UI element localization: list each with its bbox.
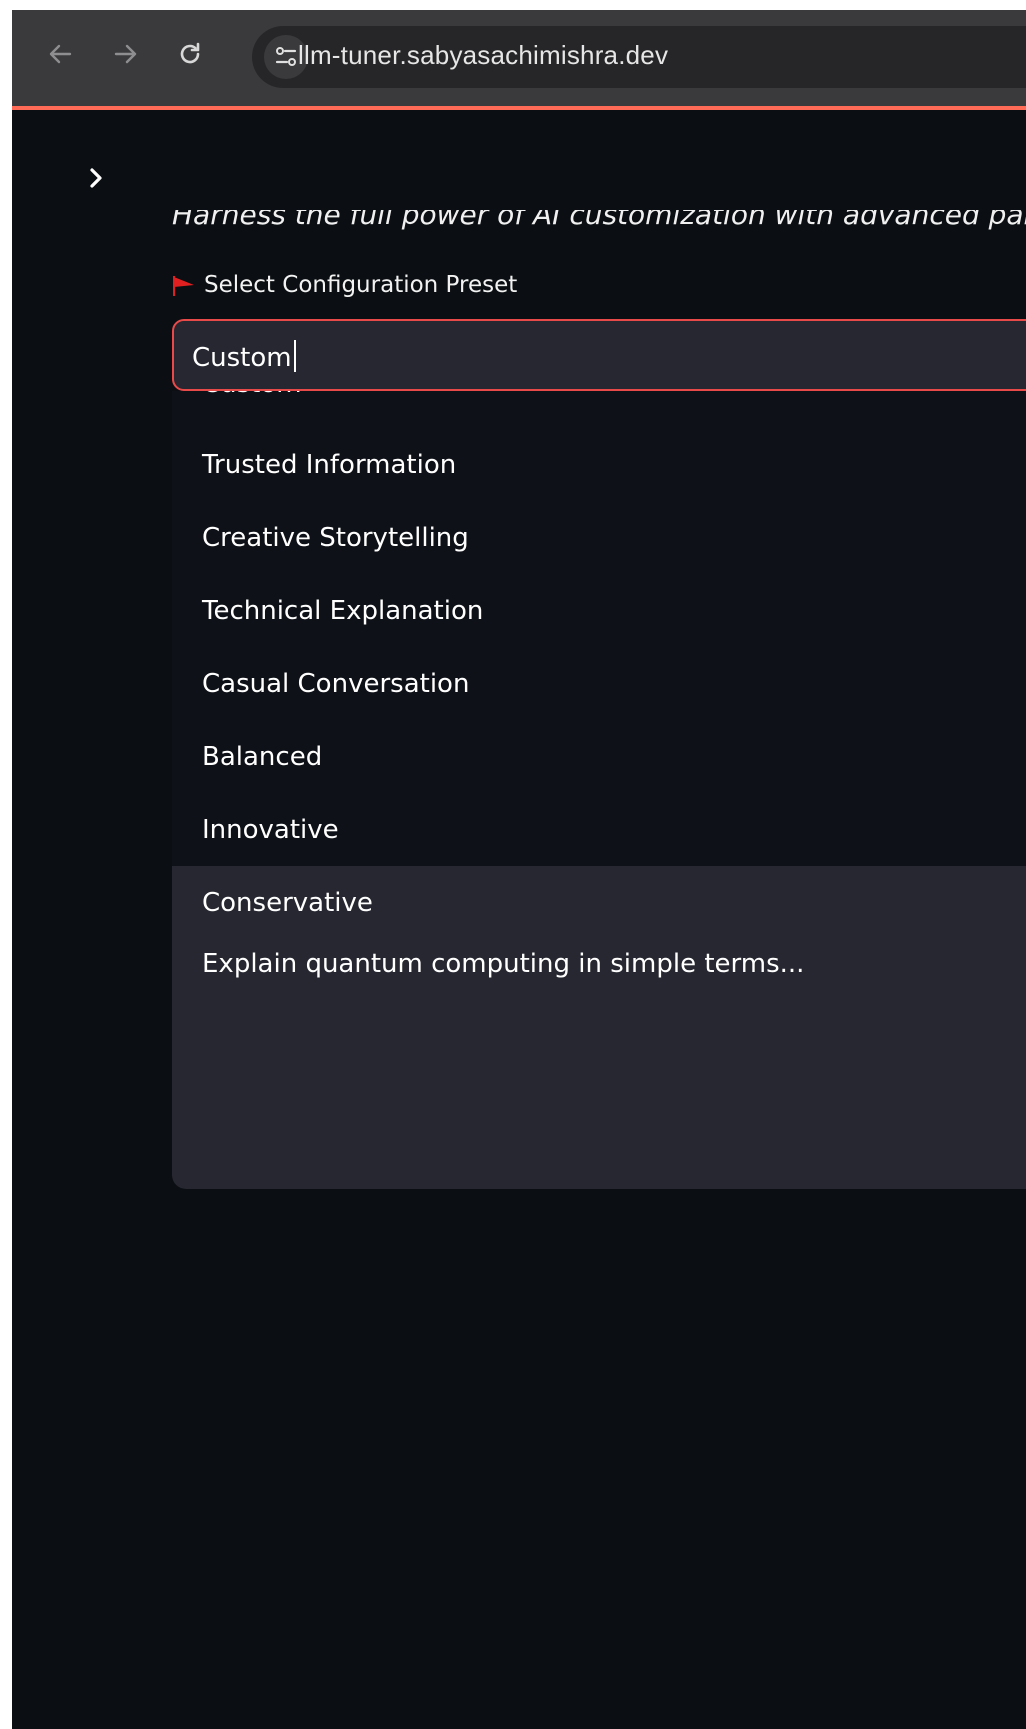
preset-select-input[interactable]: Custom — [172, 319, 1026, 391]
prompt-textarea[interactable]: Explain quantum computing in simple term… — [172, 939, 1026, 1189]
forward-button[interactable] — [104, 32, 148, 76]
dropdown-option-technical-explanation[interactable]: Technical Explanation — [172, 574, 1026, 647]
dropdown-option-casual-conversation[interactable]: Casual Conversation — [172, 647, 1026, 720]
dropdown-option-conservative[interactable]: Conservative — [172, 866, 1026, 939]
forward-arrow-icon — [114, 44, 137, 64]
dropdown-option-label: Creative Storytelling — [202, 523, 469, 553]
chevron-right-icon — [90, 168, 102, 188]
reload-icon — [180, 42, 200, 64]
preset-label-text: Select Configuration Preset — [204, 272, 518, 298]
sidebar-toggle-button[interactable] — [78, 160, 114, 196]
dropdown-option-trusted-information[interactable]: Trusted Information — [172, 428, 1026, 501]
page-load-accent-line — [12, 106, 1026, 110]
preset-dropdown: Custom Trusted Information Creative Stor… — [172, 391, 1026, 939]
preset-select-value: Custom — [192, 343, 292, 373]
dropdown-option-label: Custom — [202, 391, 302, 399]
dropdown-option-balanced[interactable]: Balanced — [172, 720, 1026, 793]
flag-icon — [173, 276, 194, 296]
site-settings-icon — [275, 47, 297, 66]
dropdown-option-label: Casual Conversation — [202, 669, 470, 699]
dropdown-option-label: Trusted Information — [202, 450, 457, 480]
url-text[interactable]: llm-tuner.sabyasachimishra.dev — [298, 40, 668, 71]
back-button[interactable] — [38, 32, 82, 76]
prompt-text: Explain quantum computing in simple term… — [202, 949, 805, 979]
dropdown-option-label: Technical Explanation — [202, 596, 484, 626]
dropdown-option-label: Balanced — [202, 742, 323, 772]
text-caret — [293, 340, 296, 372]
dropdown-option-label: Conservative — [202, 888, 373, 918]
reload-button[interactable] — [168, 32, 212, 76]
back-arrow-icon — [49, 44, 72, 64]
browser-toolbar: llm-tuner.sabyasachimishra.dev — [12, 10, 1026, 106]
dropdown-option-innovative[interactable]: Innovative — [172, 793, 1026, 866]
page-tagline: Harness the full power of AI customizati… — [172, 210, 1026, 230]
dropdown-option-label: Innovative — [202, 815, 339, 845]
tagline-clip: Harness the full power of AI customizati… — [172, 210, 1026, 230]
preset-select-value-wrap: Custom — [192, 340, 296, 373]
dropdown-option-custom[interactable]: Custom — [172, 391, 1026, 403]
browser-window: llm-tuner.sabyasachimishra.dev Harness t… — [12, 10, 1026, 1729]
dropdown-option-creative-storytelling[interactable]: Creative Storytelling — [172, 501, 1026, 574]
preset-label: Select Configuration Preset — [172, 272, 517, 298]
